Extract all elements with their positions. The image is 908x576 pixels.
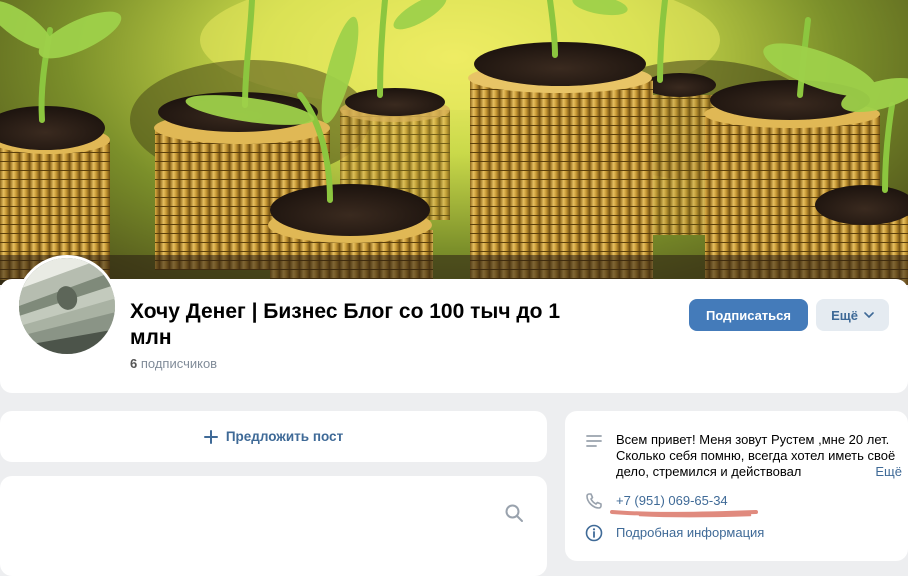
avatar[interactable] [16,255,118,357]
group-info-card: Всем привет! Меня зовут Рустем ,мне 20 л… [565,411,908,561]
cover-image [0,0,908,285]
suggest-post-button[interactable]: Предложить пост [0,411,547,462]
group-header: Хочу Денег | Бизнес Блог со 100 тыч до 1… [0,255,908,393]
about-more-link[interactable]: Ещё [871,464,902,480]
subscribers-number: 6 [130,356,138,371]
details-row[interactable]: Подробная информация [585,524,764,542]
more-button-label: Ещё [831,307,858,323]
subscribers-count[interactable]: 6 подписчиков [130,356,217,371]
subscribe-button[interactable]: Подписаться [689,299,808,331]
coins-plants-illustration [0,0,908,285]
about-row: Всем привет! Меня зовут Рустем ,мне 20 л… [585,432,902,480]
money-stack-avatar-image [19,258,115,354]
chevron-down-icon [864,312,874,318]
search-icon[interactable] [504,503,524,523]
plus-icon [203,429,218,444]
page-title: Хочу Денег | Бизнес Блог со 100 тыч до 1… [130,300,561,349]
info-circle-icon [585,524,603,542]
phone-icon [586,493,602,509]
more-button[interactable]: Ещё [816,299,889,331]
wall-feed [0,476,547,576]
suggest-post-label: Предложить пост [225,429,344,444]
subscribers-label: подписчиков [140,356,218,371]
about-description: Всем привет! Меня зовут Рустем ,мне 20 л… [616,432,902,480]
details-link[interactable]: Подробная информация [616,524,764,542]
text-lines-icon [586,435,602,447]
about-text: Всем привет! Меня зовут Рустем ,мне 20 л… [616,432,896,479]
phone-row: +7 (951) 069-65-34 [585,492,758,518]
phone-underline-annotation [610,510,758,518]
